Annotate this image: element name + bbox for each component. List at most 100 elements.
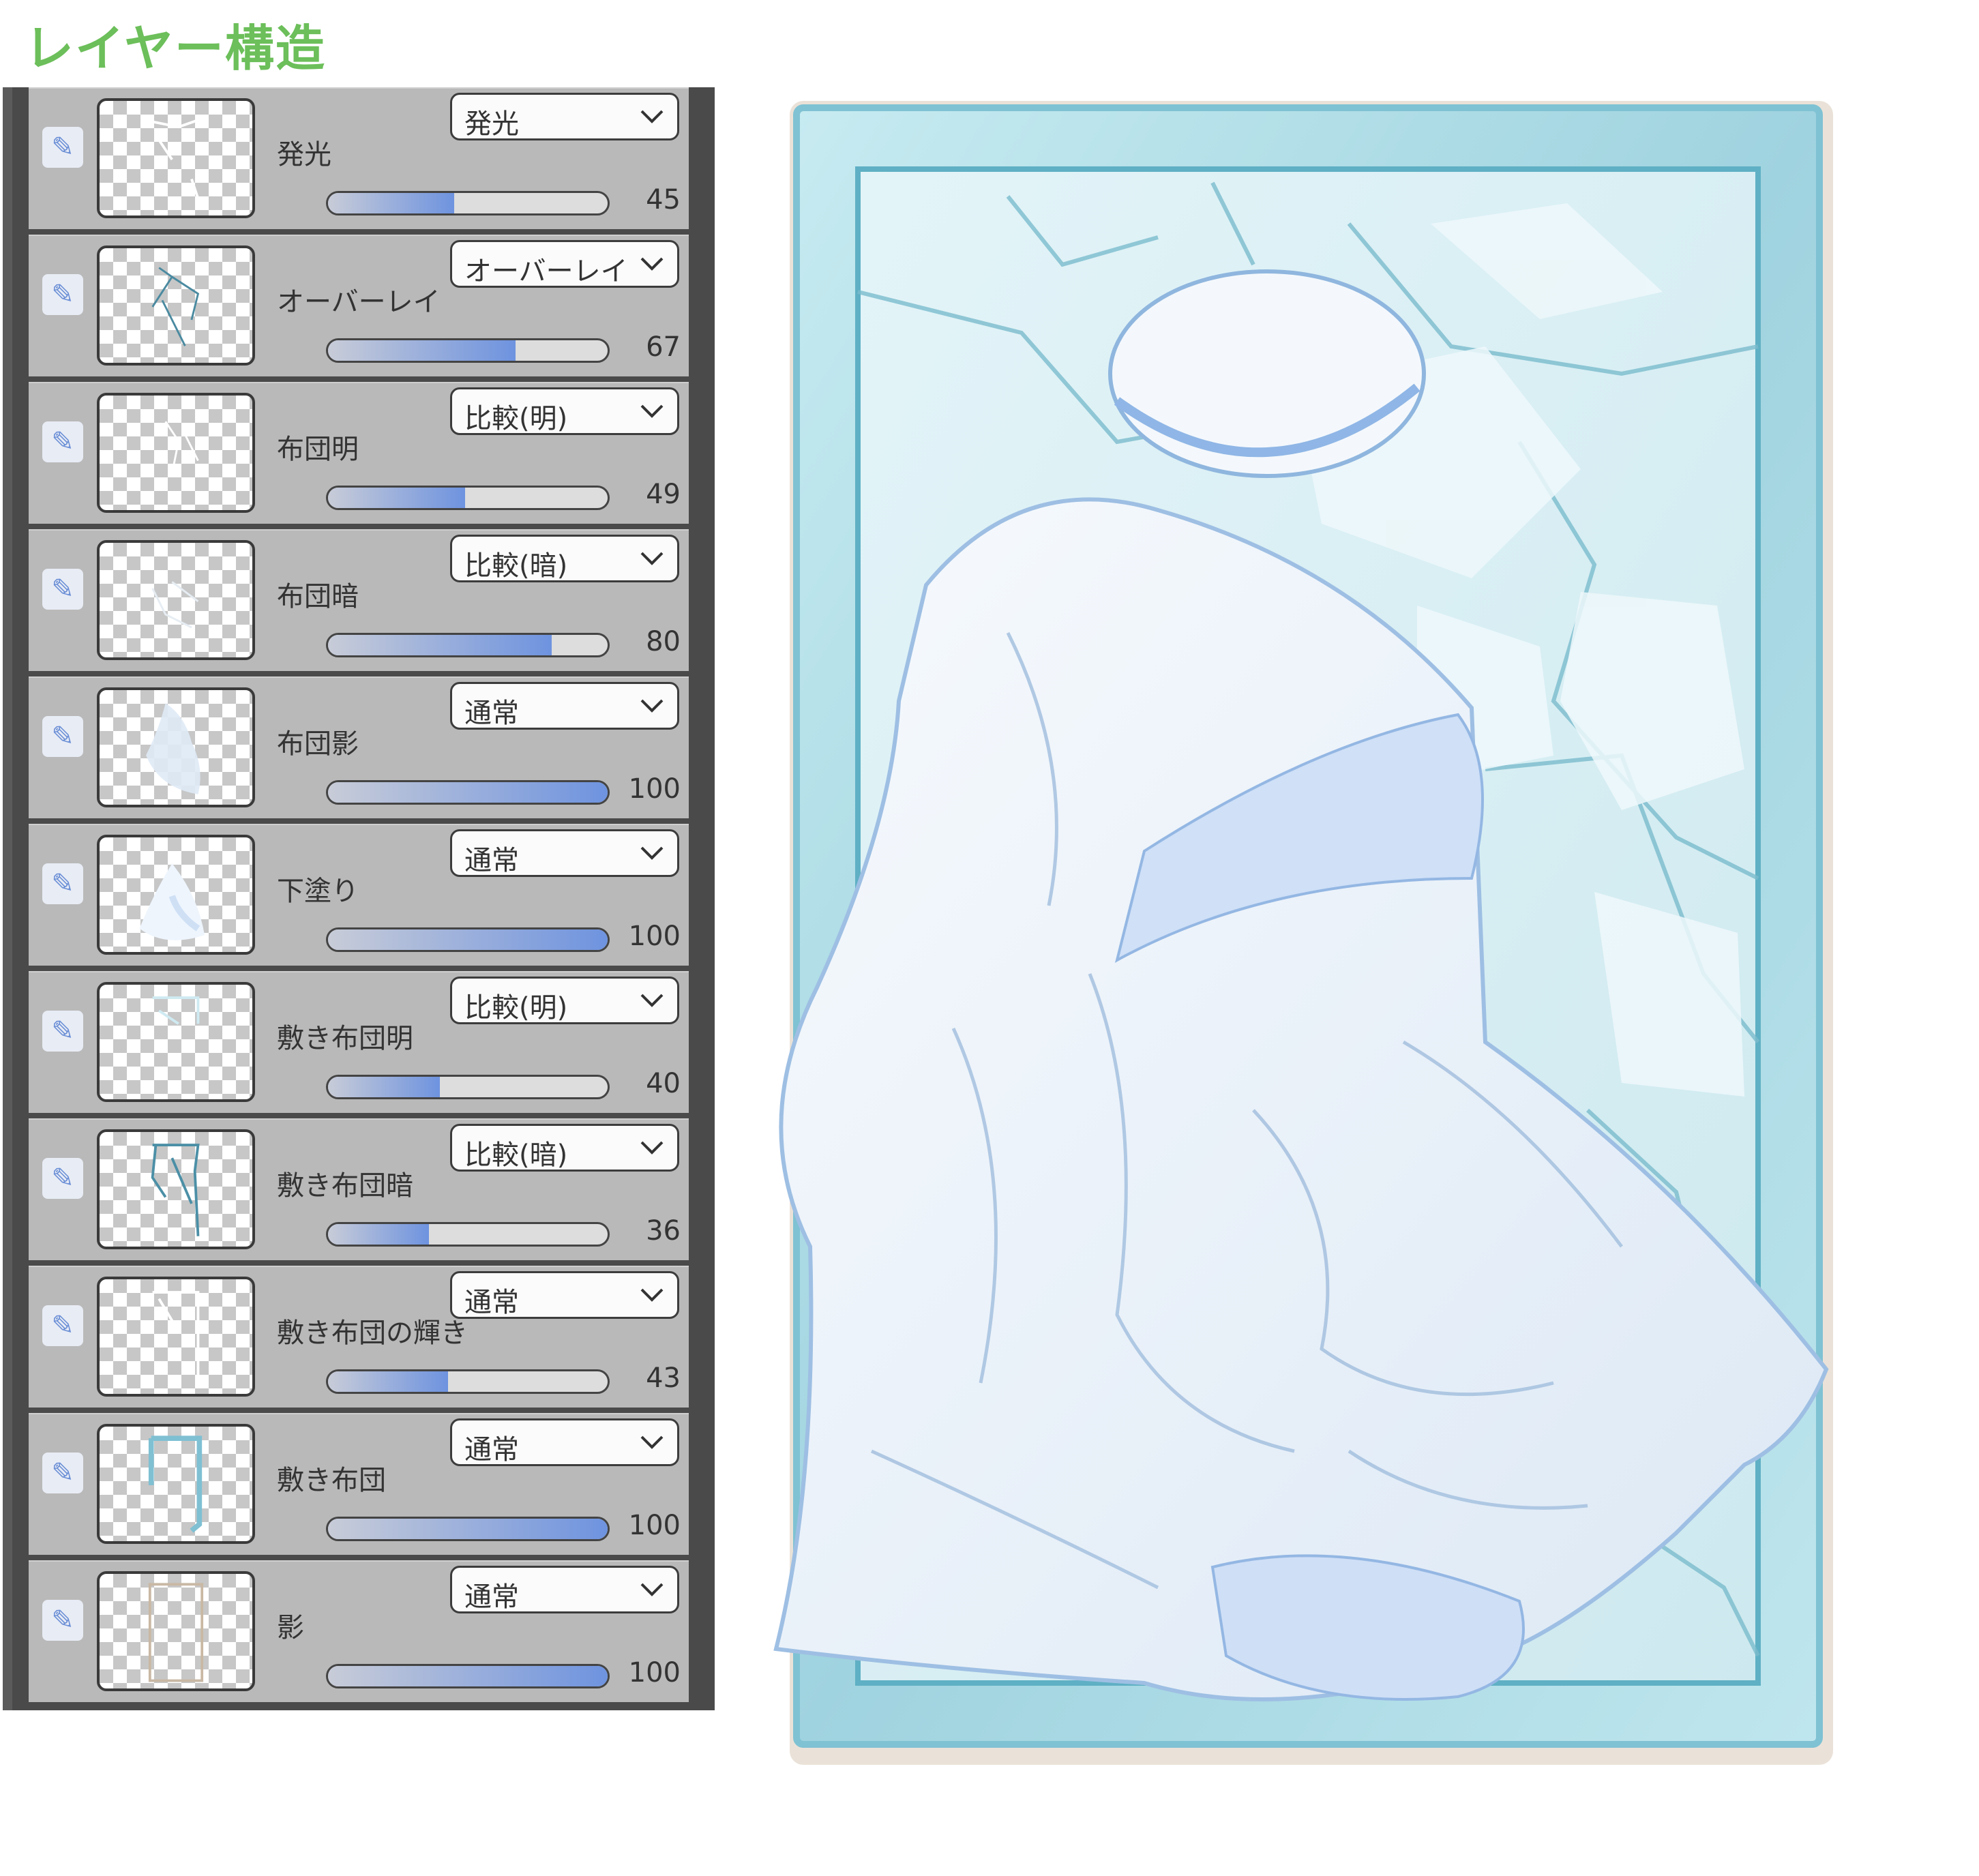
layer-thumbnail (97, 1129, 255, 1249)
opacity-value: 45 (646, 184, 681, 215)
chevron-down-icon (640, 699, 664, 713)
layer-visibility-button[interactable]: ✎ (42, 1011, 83, 1052)
opacity-slider[interactable] (326, 1222, 610, 1247)
blend-mode-select[interactable]: 比較(明) (450, 977, 679, 1024)
opacity-slider-fill (328, 782, 608, 803)
layer-row[interactable]: ✎ 布団影 通常 100 (29, 676, 689, 818)
pen-icon: ✎ (51, 1015, 74, 1047)
opacity-slider[interactable] (326, 191, 610, 215)
layer-row[interactable]: ✎ 下塗り 通常 100 (29, 824, 689, 966)
layer-visibility-button[interactable]: ✎ (42, 274, 83, 315)
layer-visibility-button[interactable]: ✎ (42, 716, 83, 757)
blend-mode-select[interactable]: 発光 (450, 93, 679, 140)
layer-name: 下塗り (277, 876, 359, 907)
pen-icon: ✎ (51, 1605, 74, 1636)
blend-mode-select[interactable]: 通常 (450, 1271, 679, 1319)
opacity-value: 100 (628, 1657, 681, 1688)
artwork-canvas (735, 87, 1854, 1778)
opacity-value: 100 (628, 1510, 681, 1541)
blend-mode-value: 比較(暗) (464, 550, 568, 582)
opacity-slider[interactable] (326, 927, 610, 952)
opacity-slider[interactable] (326, 1369, 610, 1394)
layer-row[interactable]: ✎ オーバーレイ オーバーレイ 67 (29, 235, 689, 376)
layer-visibility-button[interactable]: ✎ (42, 569, 83, 610)
opacity-slider[interactable] (326, 1075, 610, 1099)
ice-bed-illustration (773, 101, 1833, 1765)
blend-mode-select[interactable]: 通常 (450, 682, 679, 730)
opacity-slider-fill (328, 340, 516, 361)
layer-name: 敷き布団の輝き (277, 1317, 468, 1349)
layer-row[interactable]: ✎ 敷き布団 通常 100 (29, 1413, 689, 1555)
opacity-slider-fill (328, 1519, 608, 1539)
opacity-slider[interactable] (326, 780, 610, 805)
chevron-down-icon (640, 552, 664, 565)
opacity-slider[interactable] (326, 486, 610, 510)
pen-icon: ✎ (51, 1163, 74, 1194)
layer-row[interactable]: ✎ 敷き布団明 比較(明) 40 (29, 971, 689, 1113)
pen-icon: ✎ (51, 868, 74, 899)
layer-row[interactable]: ✎ 影 通常 100 (29, 1560, 689, 1702)
blend-mode-select[interactable]: 比較(明) (450, 387, 679, 435)
layer-name: 敷き布団 (277, 1465, 386, 1496)
layer-visibility-button[interactable]: ✎ (42, 1600, 83, 1641)
layer-name: 布団明 (277, 434, 359, 465)
opacity-slider[interactable] (326, 1664, 610, 1688)
opacity-slider-fill (328, 635, 552, 655)
layer-thumbnail (97, 687, 255, 807)
layer-visibility-button[interactable]: ✎ (42, 421, 83, 462)
layer-name: 発光 (277, 139, 331, 170)
blend-mode-select[interactable]: オーバーレイ (450, 240, 679, 288)
chevron-down-icon (640, 110, 664, 123)
layer-name: 布団影 (277, 728, 359, 760)
opacity-value: 40 (646, 1068, 681, 1099)
layer-name: 敷き布団明 (277, 1023, 413, 1054)
layer-visibility-button[interactable]: ✎ (42, 1305, 83, 1346)
blend-mode-select[interactable]: 通常 (450, 1566, 679, 1613)
chevron-down-icon (640, 1583, 664, 1596)
layer-name: オーバーレイ (277, 286, 441, 318)
opacity-slider[interactable] (326, 1517, 610, 1541)
pen-icon: ✎ (51, 279, 74, 310)
chevron-down-icon (640, 1141, 664, 1155)
page-title: レイヤー構造 (25, 20, 326, 77)
layer-row[interactable]: ✎ 布団暗 比較(暗) 80 (29, 529, 689, 671)
layer-visibility-button[interactable]: ✎ (42, 1158, 83, 1199)
pen-icon: ✎ (51, 1310, 74, 1341)
layer-thumbnail (97, 245, 255, 366)
opacity-value: 67 (646, 331, 681, 363)
layer-thumbnail (97, 1571, 255, 1691)
opacity-value: 80 (646, 626, 681, 657)
layer-visibility-button[interactable]: ✎ (42, 1453, 83, 1493)
layer-thumbnail (97, 393, 255, 513)
opacity-value: 36 (646, 1215, 681, 1247)
blend-mode-value: 通常 (464, 1581, 519, 1613)
blend-mode-select[interactable]: 通常 (450, 1418, 679, 1466)
chevron-down-icon (640, 257, 664, 271)
opacity-slider-fill (328, 1077, 440, 1097)
opacity-slider-fill (328, 193, 454, 213)
opacity-slider[interactable] (326, 633, 610, 657)
blend-mode-select[interactable]: 比較(暗) (450, 1124, 679, 1172)
opacity-value: 43 (646, 1363, 681, 1394)
pen-icon: ✎ (51, 426, 74, 458)
blend-mode-select[interactable]: 比較(暗) (450, 535, 679, 582)
chevron-down-icon (640, 404, 664, 418)
blend-mode-value: オーバーレイ (464, 256, 628, 287)
blend-mode-value: 発光 (464, 108, 519, 140)
chevron-down-icon (640, 994, 664, 1007)
layer-visibility-button[interactable]: ✎ (42, 127, 83, 168)
layer-thumbnail (97, 982, 255, 1102)
blend-mode-select[interactable]: 通常 (450, 829, 679, 877)
opacity-slider-fill (328, 929, 608, 950)
layer-visibility-button[interactable]: ✎ (42, 863, 83, 904)
opacity-slider[interactable] (326, 338, 610, 363)
layer-name: 布団暗 (277, 581, 359, 612)
opacity-slider-fill (328, 488, 465, 508)
layer-row[interactable]: ✎ 敷き布団の輝き 通常 43 (29, 1266, 689, 1408)
pen-icon: ✎ (51, 132, 74, 163)
layer-row[interactable]: ✎ 敷き布団暗 比較(暗) 36 (29, 1118, 689, 1260)
layer-row[interactable]: ✎ 発光 発光 45 (29, 87, 689, 229)
blend-mode-value: 比較(暗) (464, 1140, 568, 1171)
blend-mode-value: 比較(明) (464, 992, 568, 1024)
layer-row[interactable]: ✎ 布団明 比較(明) 49 (29, 382, 689, 524)
